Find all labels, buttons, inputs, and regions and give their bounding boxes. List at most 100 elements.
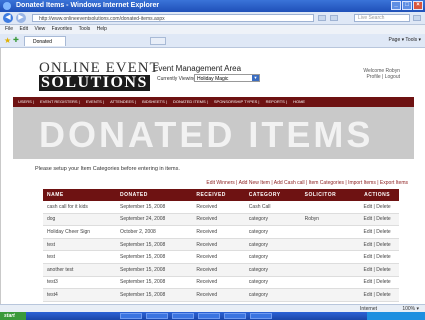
refresh-icon[interactable] [318,15,326,21]
nav-users[interactable]: USERS [18,99,32,104]
items-table: NAME DONATED RECEIVED CATEGORY SOLICITOR… [43,189,399,302]
search-input[interactable]: Live Search [354,14,410,22]
cell-donated: September 15, 2008 [115,250,193,264]
nav-sponsorship-types[interactable]: SPONSORSHIP TYPES [214,99,257,104]
cell-received: Received [192,201,245,214]
cell-name: test [43,238,116,252]
menu-file[interactable]: File [5,26,13,32]
table-row: test3 September 15, 2008 Received catego… [43,276,399,290]
profile-logout-links[interactable]: Profile | Logout [363,74,400,80]
close-button[interactable]: × [413,1,423,10]
nav-events[interactable]: EVENTS [86,99,102,104]
cell-donated: September 15, 2008 [115,201,193,214]
cell-solicitor [300,238,357,252]
col-solicitor[interactable]: SOLICITOR [300,189,357,201]
menu-edit[interactable]: Edit [19,26,28,32]
forward-icon[interactable]: ▶ [16,13,26,23]
taskbar-app-button[interactable] [146,313,168,319]
address-bar-row: ◀ ▶ http://www.onlineeventsolutions.com/… [0,12,425,25]
nav-donated-items[interactable]: DONATED ITEMS [173,99,206,104]
cell-actions[interactable]: Edit | Delete [356,250,399,264]
cell-received: Received [192,276,245,290]
col-received[interactable]: RECEIVED [192,189,245,201]
nav-bidsheets[interactable]: BIDSHEETS [142,99,165,104]
cell-actions[interactable]: Edit | Delete [356,201,399,214]
cell-actions[interactable]: Edit | Delete [356,238,399,252]
user-panel: Welcome Robyn Profile | Logout [363,68,400,80]
cell-received: Received [192,238,245,252]
cell-donated: September 24, 2008 [115,213,193,227]
hero-banner: DONATED ITEMS [13,107,414,159]
app-title: Event Management Area [153,64,242,73]
menu-favorites[interactable]: Favorites [52,26,73,32]
menu-tools[interactable]: Tools [79,26,91,32]
event-select[interactable]: Holiday Magic ▼ [194,74,260,82]
taskbar-app-button[interactable] [172,313,194,319]
cell-actions[interactable]: Edit | Delete [356,288,399,302]
item-action-links[interactable]: Edit Winners | Add New Item | Add Cash c… [206,180,408,186]
favorites-star-icon[interactable]: ★ [4,36,11,45]
hero-title: DONATED ITEMS [39,114,374,155]
maximize-button[interactable]: □ [402,1,412,10]
col-donated[interactable]: DONATED [115,189,193,201]
cell-name: cash call for it kids [43,201,116,214]
table-row: test September 15, 2008 Received categor… [43,238,399,252]
menu-view[interactable]: View [34,26,45,32]
cell-solicitor [300,250,357,264]
col-actions: ACTIONS [356,189,399,201]
table-row: dog September 24, 2008 Received category… [43,213,399,227]
taskbar-app-button[interactable] [120,313,142,319]
nav-attendees[interactable]: ATTENDEES [110,99,134,104]
nav-reports[interactable]: REPORTS [266,99,285,104]
menu-bar: File Edit View Favorites Tools Help [0,25,425,34]
taskbar-app-button[interactable] [250,313,272,319]
logo-line2: SOLUTIONS [39,74,150,91]
start-button[interactable]: start [0,312,26,320]
cell-category: category [244,263,301,277]
taskbar-app-button[interactable] [198,313,220,319]
cell-actions[interactable]: Edit | Delete [356,263,399,277]
cell-actions[interactable]: Edit | Delete [356,225,399,239]
page-content: ONLINE EVENT SOLUTIONS Event Management … [0,48,425,309]
cell-received: Received [192,213,245,227]
chevron-down-icon: ▼ [252,75,259,81]
table-row: test September 15, 2008 Received categor… [43,250,399,264]
event-select-value: Holiday Magic [197,76,229,82]
col-category[interactable]: CATEGORY [244,189,301,201]
table-row: test4 September 15, 2008 Received catego… [43,288,399,302]
cell-actions[interactable]: Edit | Delete [356,213,399,227]
add-favorite-icon[interactable]: ✚ [13,36,19,44]
nav-home[interactable]: HOME [293,99,305,104]
cell-donated: September 15, 2008 [115,288,193,302]
cell-category: category [244,213,301,227]
cell-solicitor [300,276,357,290]
cell-category: category [244,276,301,290]
cell-solicitor [300,225,357,239]
table-row: Holiday Cheer Sign October 2, 2008 Recei… [43,225,399,239]
tab-donated-items[interactable]: Donated Items [24,36,66,55]
new-tab-button[interactable] [150,37,166,45]
logo-line1: ONLINE EVENT [39,60,160,76]
stop-icon[interactable] [330,15,338,21]
menu-help[interactable]: Help [97,26,107,32]
cell-category: category [244,288,301,302]
window-title: Donated Items - Windows Internet Explore… [16,2,160,9]
cell-name: test4 [43,288,116,302]
back-icon[interactable]: ◀ [3,13,13,23]
cell-received: Received [192,288,245,302]
page-tools-menu[interactable]: Page ▾ Tools ▾ [389,36,421,45]
cell-solicitor: Robyn [300,213,357,227]
viewing-label: Currently Viewing: [157,76,198,82]
minimize-button[interactable]: _ [391,1,401,10]
table-row: cash call for it kids September 15, 2008… [43,201,399,214]
col-name[interactable]: NAME [43,189,116,201]
taskbar-app-button[interactable] [224,313,246,319]
search-icon[interactable] [413,15,421,21]
nav-event-registers[interactable]: EVENT REGISTERS [40,99,78,104]
cell-actions[interactable]: Edit | Delete [356,276,399,290]
taskbar: start [0,312,425,320]
cell-category: Cash Call [244,201,301,214]
ie-icon [3,2,11,10]
cell-category: category [244,250,301,264]
address-input[interactable]: http://www.onlineeventsolutions.com/dona… [32,14,314,22]
